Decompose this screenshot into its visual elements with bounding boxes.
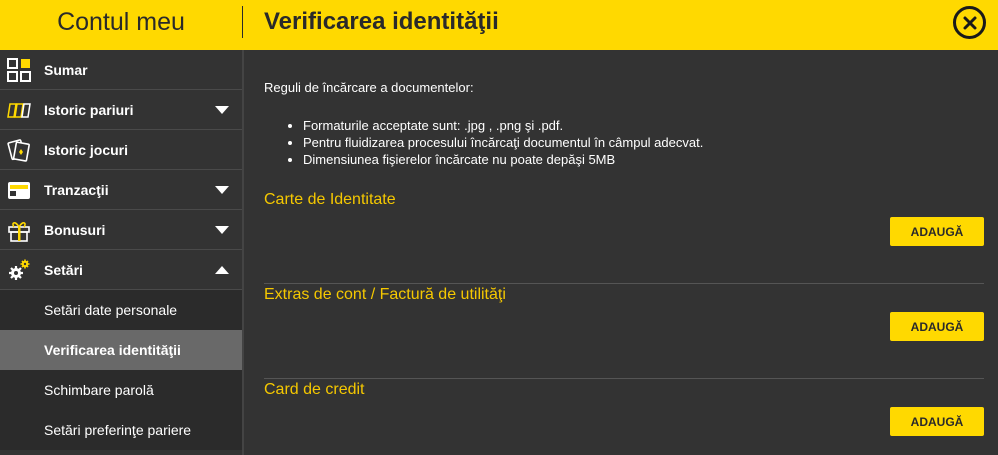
sidebar-subitem-setari-date-personale[interactable]: Setări date personale	[0, 290, 242, 330]
chevron-down-icon[interactable]	[215, 226, 229, 234]
sidebar-subitem-label: Setări date personale	[44, 302, 178, 318]
sidebar-item-sumar[interactable]: Sumar	[0, 50, 242, 90]
sidebar-item-tranzactii[interactable]: Tranzacţii	[0, 170, 242, 210]
rule-item: Formaturile acceptate sunt: .jpg , .png …	[303, 117, 703, 134]
sidebar-subitem-label: Schimbare parolă	[44, 382, 154, 398]
chevron-up-icon[interactable]	[215, 266, 229, 274]
header-divider	[242, 6, 243, 38]
section-extras-de-cont: Extras de cont / Factură de utilităţi AD…	[264, 285, 984, 379]
close-button[interactable]	[953, 6, 986, 39]
section-carte-de-identitate: Carte de Identitate ADAUGĂ	[264, 190, 984, 284]
section-title: Card de credit	[264, 381, 365, 398]
main-content: Reguli de încărcare a documentelor: Form…	[244, 50, 998, 455]
sidebar-subitem-verificarea-identitatii[interactable]: Verificarea identităţii	[0, 330, 242, 370]
sidebar-subitem-label: Setări preferinţe pariere	[44, 422, 192, 438]
sidebar-subitem-schimbare-parola[interactable]: Schimbare parolă	[0, 370, 242, 410]
cards-icon	[6, 138, 32, 162]
section-card-de-credit: Card de credit ADAUGĂ	[264, 380, 984, 455]
wallet-icon	[6, 178, 32, 202]
chevron-down-icon[interactable]	[215, 106, 229, 114]
account-title: Contul meu	[57, 7, 185, 36]
header-bar: Contul meu Verificarea identităţii	[0, 0, 998, 50]
sidebar-item-label: Istoric jocuri	[44, 141, 129, 158]
sidebar-subitem-label: Verificarea identităţii	[44, 342, 181, 358]
sidebar-item-setari[interactable]: Setări	[0, 250, 242, 290]
chevron-down-icon[interactable]	[215, 186, 229, 194]
page-title: Verificarea identităţii	[264, 8, 499, 35]
section-title: Extras de cont / Factură de utilităţi	[264, 286, 506, 303]
sidebar-item-istoric-jocuri[interactable]: Istoric jocuri	[0, 130, 242, 170]
gift-icon	[6, 218, 32, 242]
tickets-icon	[6, 98, 32, 122]
rule-item: Pentru fluidizarea procesului încărcaţi …	[303, 134, 703, 151]
add-button[interactable]: ADAUGĂ	[890, 407, 984, 436]
sidebar-item-label: Bonusuri	[44, 221, 106, 238]
sidebar-item-istoric-pariuri[interactable]: Istoric pariuri	[0, 90, 242, 130]
sidebar: Sumar Istoric pariuri Istoric jocuri Tra…	[0, 50, 242, 455]
rules-list: Formaturile acceptate sunt: .jpg , .png …	[303, 117, 703, 168]
add-button[interactable]: ADAUGĂ	[890, 312, 984, 341]
gears-icon	[6, 258, 32, 282]
grid-icon	[6, 58, 32, 82]
sidebar-item-label: Istoric pariuri	[44, 101, 134, 118]
section-title: Carte de Identitate	[264, 191, 396, 208]
sidebar-item-label: Sumar	[44, 61, 88, 78]
add-button[interactable]: ADAUGĂ	[890, 217, 984, 246]
close-icon	[963, 16, 976, 29]
sidebar-item-label: Tranzacţii	[44, 181, 109, 198]
sidebar-subitem-setari-preferinte-pariere[interactable]: Setări preferinţe pariere	[0, 410, 242, 450]
sidebar-item-label: Setări	[44, 261, 83, 278]
rule-item: Dimensiunea fişierelor încărcate nu poat…	[303, 151, 703, 168]
sidebar-item-bonusuri[interactable]: Bonusuri	[0, 210, 242, 250]
rules-title: Reguli de încărcare a documentelor:	[264, 80, 474, 95]
